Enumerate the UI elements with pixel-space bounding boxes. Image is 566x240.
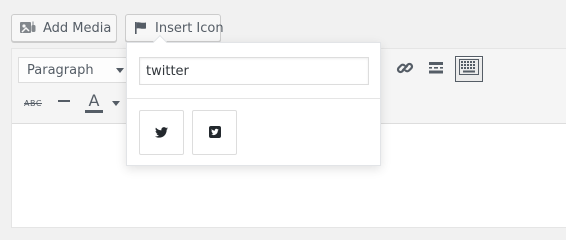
chevron-down-icon (112, 100, 120, 106)
icon-result-twitter-square[interactable] (192, 110, 237, 155)
read-more-button[interactable] (423, 57, 449, 83)
strikethrough-icon: ABC (24, 98, 42, 108)
popup-divider (127, 98, 380, 99)
toolbar-toggle-icon (459, 59, 479, 79)
read-more-icon (427, 59, 445, 81)
twitter-square-icon (208, 123, 221, 142)
icon-search-input[interactable] (139, 57, 369, 85)
twitter-bird-icon (155, 123, 168, 142)
horizontal-line-icon (56, 93, 72, 113)
insert-icon-button[interactable]: Insert Icon (125, 14, 224, 42)
insert-icon-label: Insert Icon (155, 20, 224, 36)
format-select-value: Paragraph (27, 62, 94, 78)
toolbar-toggle-button[interactable] (455, 56, 483, 82)
add-media-button[interactable]: Add Media (11, 14, 117, 42)
horizontal-line-button[interactable] (51, 90, 77, 116)
icon-result-twitter[interactable] (139, 110, 184, 155)
strikethrough-button[interactable]: ABC (20, 90, 46, 116)
chevron-down-icon (116, 67, 124, 73)
media-icon (19, 19, 37, 37)
text-color-button[interactable]: A (82, 90, 106, 116)
text-color-swatch (85, 110, 103, 113)
format-select[interactable]: Paragraph (18, 57, 131, 83)
text-color-icon: A (85, 93, 103, 113)
add-media-label: Add Media (43, 20, 112, 36)
link-icon (396, 59, 414, 81)
flag-icon (133, 19, 149, 37)
link-button[interactable] (392, 57, 418, 83)
icon-picker-popup (126, 34, 381, 166)
text-color-dropdown[interactable] (109, 90, 123, 116)
text-color-label: A (88, 91, 100, 110)
